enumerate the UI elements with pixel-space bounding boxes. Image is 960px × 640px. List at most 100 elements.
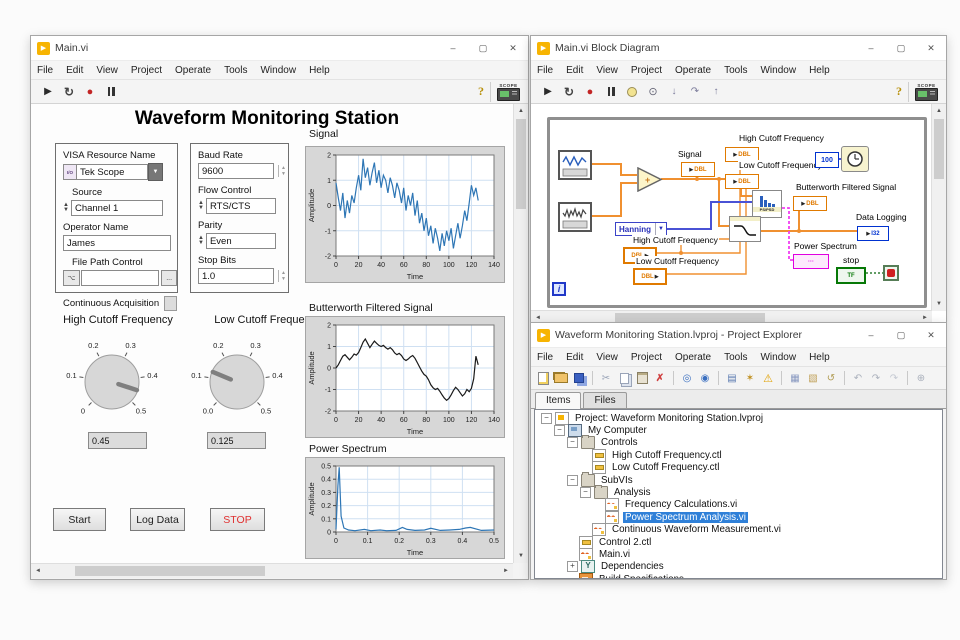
menu-edit[interactable]: Edit (566, 352, 583, 363)
chevron-down-icon[interactable]: ▼ (655, 223, 666, 235)
loop-condition-terminal[interactable] (883, 265, 899, 281)
signal-terminal[interactable]: ▶DBL (681, 162, 715, 177)
run-icon[interactable] (39, 83, 57, 100)
scrollbar-thumb[interactable] (75, 566, 265, 576)
retain-icon[interactable] (644, 83, 662, 100)
butterworth-filter-vi[interactable] (729, 216, 761, 242)
menu-file[interactable]: File (537, 352, 553, 363)
abort-icon[interactable] (581, 83, 599, 100)
icon-editor-icon[interactable] (742, 371, 758, 386)
save-all-icon[interactable] (571, 371, 587, 386)
visa-resource-combo[interactable]: I/O Tek Scope ▼ (63, 163, 163, 181)
menu-file[interactable]: File (37, 65, 53, 76)
run-icon[interactable] (539, 83, 557, 100)
update-items-icon[interactable] (823, 371, 839, 386)
tree-item-label[interactable]: Controls (599, 437, 639, 448)
tree-item-label[interactable]: High Cutoff Frequency.ctl (610, 450, 724, 461)
vertical-scrollbar[interactable]: ▲ ▼ (931, 104, 946, 311)
low-cutoff-control-terminal[interactable]: DBL▶ (633, 268, 667, 285)
menu-operate[interactable]: Operate (175, 65, 211, 76)
stop-boolean-terminal[interactable]: TF (836, 267, 866, 284)
filepath-value[interactable] (81, 270, 160, 286)
tree-expander-icon[interactable]: − (567, 437, 578, 448)
wait-ms-constant[interactable]: 100 (815, 152, 839, 168)
tree-expander-icon[interactable]: − (580, 487, 591, 498)
start-button[interactable]: Start (53, 508, 106, 531)
undo-icon[interactable] (850, 371, 866, 386)
increment-decrement-icon[interactable]: ▲▼ (198, 236, 204, 246)
titlebar[interactable]: Waveform Monitoring Station.lvproj - Pro… (531, 323, 946, 348)
open-project-icon[interactable] (553, 371, 569, 386)
flow-value[interactable]: RTS/CTS (206, 198, 276, 214)
tree-item[interactable]: Frequency Calculations.vi (535, 499, 942, 511)
maximize-icon[interactable]: ▢ (886, 324, 916, 347)
scroll-down-icon[interactable]: ▼ (514, 549, 528, 563)
tree-item-label[interactable]: Frequency Calculations.vi (623, 499, 739, 510)
low-cutoff-knob[interactable]: 0.00.10.20.30.40.5 (182, 332, 292, 428)
scope-icon[interactable] (497, 88, 520, 101)
scroll-up-icon[interactable]: ▲ (514, 104, 528, 118)
commit-items-icon[interactable] (805, 371, 821, 386)
tab-files[interactable]: Files (583, 392, 626, 408)
baud-spinner-icon[interactable]: ▲▼ (278, 165, 288, 177)
scroll-left-icon[interactable]: ◄ (31, 564, 45, 578)
redo-alt-icon[interactable] (886, 371, 902, 386)
chevron-down-icon[interactable]: ▼ (148, 163, 163, 181)
menu-view[interactable]: View (596, 65, 618, 76)
maximize-icon[interactable]: ▢ (468, 37, 498, 60)
tree-item-label[interactable]: SubVIs (599, 475, 635, 486)
menu-file[interactable]: File (537, 65, 553, 76)
close-icon[interactable]: ✕ (916, 37, 946, 60)
low-cutoff-value[interactable]: 0.125 (207, 432, 266, 449)
deploy-items-icon[interactable] (787, 371, 803, 386)
tree-item-label[interactable]: Continuous Waveform Measurement.vi (610, 524, 783, 535)
tree-item-label[interactable]: My Computer (586, 425, 649, 436)
tree-item-label[interactable]: Control 2.ctl (597, 537, 653, 548)
tree-item[interactable]: Power Spectrum Analysis.vi (535, 511, 942, 523)
tree-item[interactable]: Low Cutoff Frequency.ctl (535, 462, 942, 474)
paste-icon[interactable] (634, 371, 650, 386)
iteration-terminal[interactable]: i (552, 282, 566, 296)
high-cutoff-value[interactable]: 0.45 (88, 432, 147, 449)
tree-item[interactable]: Control 2.ctl (535, 536, 942, 548)
tree-item-label[interactable]: Power Spectrum Analysis.vi (623, 512, 748, 523)
tree-item-label[interactable]: Analysis (612, 487, 652, 498)
operator-value[interactable]: James (63, 235, 171, 251)
scroll-up-icon[interactable]: ▲ (932, 104, 946, 118)
continuous-acquisition-checkbox[interactable] (164, 296, 177, 311)
simulate-noise-vi[interactable] (558, 202, 592, 232)
menu-project[interactable]: Project (131, 65, 162, 76)
tree-item-label[interactable]: Dependencies (599, 561, 666, 572)
add-function[interactable]: + (637, 167, 663, 192)
menu-tools[interactable]: Tools (724, 352, 747, 363)
tree-expander-icon[interactable]: − (541, 413, 552, 424)
cut-icon[interactable] (598, 371, 614, 386)
menu-help[interactable]: Help (809, 352, 830, 363)
visa-resource-value[interactable]: Tek Scope (76, 164, 148, 180)
stop-button[interactable]: STOP (210, 508, 265, 531)
baud-value[interactable]: 9600 (198, 163, 274, 179)
delete-icon[interactable] (652, 371, 668, 386)
tree-item[interactable]: High Cutoff Frequency.ctl (535, 449, 942, 461)
run-continuous-icon[interactable] (560, 83, 578, 100)
butterworth-indicator-terminal[interactable]: ▶DBL (793, 196, 827, 211)
tree-item[interactable]: Main.vi (535, 548, 942, 560)
bulb-icon[interactable] (623, 83, 641, 100)
high-cutoff-knob[interactable]: 00.10.20.30.40.5 (57, 332, 167, 428)
tree-item[interactable]: Continuous Waveform Measurement.vi (535, 524, 942, 536)
close-icon[interactable]: ✕ (498, 37, 528, 60)
browse-button[interactable]: ... (161, 270, 177, 286)
redo-icon[interactable] (868, 371, 884, 386)
tree-item[interactable]: Build Specifications (535, 573, 942, 579)
log-data-button[interactable]: Log Data (130, 508, 185, 531)
source-value[interactable]: Channel 1 (71, 200, 163, 216)
scroll-right-icon[interactable]: ► (499, 564, 513, 578)
wait-until-next-ms-node[interactable] (841, 146, 869, 172)
menu-operate[interactable]: Operate (675, 352, 711, 363)
tree-item[interactable]: − Controls (535, 437, 942, 449)
scrollbar-thumb[interactable] (516, 119, 526, 209)
show-error-icon[interactable] (760, 371, 776, 386)
scrollbar-thumb[interactable] (934, 119, 944, 179)
tree-item-label[interactable]: Project: Waveform Monitoring Station.lvp… (573, 413, 765, 424)
minimize-icon[interactable]: – (856, 324, 886, 347)
